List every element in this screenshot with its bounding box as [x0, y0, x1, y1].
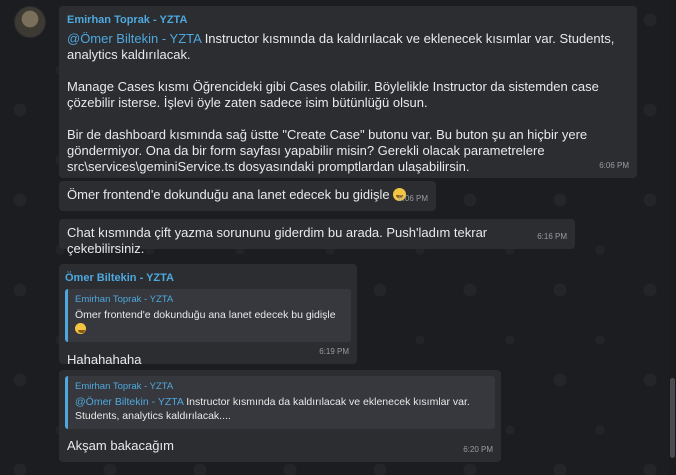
chat-scrollbar[interactable] [669, 0, 676, 475]
message-bubble-2[interactable]: Ömer frontend'e dokunduğu ana lanet edec… [59, 181, 436, 211]
message-text: Ömer frontend'e dokunduğu ana lanet edec… [67, 187, 390, 202]
reply-sender: Emirhan Toprak - YZTA [75, 381, 174, 392]
message-timestamp: 6:06 PM [599, 161, 629, 170]
message-paragraph: Manage Cases kısmı Öğrencideki gibi Case… [67, 79, 599, 110]
message-timestamp: 6:06 PM [398, 194, 428, 203]
reply-quote[interactable]: Emirhan Toprak - YZTA @Ömer Biltekin - Y… [65, 376, 495, 429]
message-paragraph: Bir de dashboard kısmında sağ üstte "Cre… [67, 127, 588, 174]
sender-name[interactable]: Ömer Biltekin - YZTA [65, 270, 351, 286]
message-bubble-3[interactable]: Chat kısmında çift yazma sorununu giderd… [59, 219, 575, 256]
mention-link[interactable]: @Ömer Biltekin - YZTA [67, 31, 201, 46]
reply-quote[interactable]: Emirhan Toprak - YZTA Ömer frontend'e do… [65, 289, 351, 342]
mention-link[interactable]: @Ömer Biltekin - YZTA [75, 396, 183, 408]
message-bubble-4[interactable]: Ömer Biltekin - YZTA Emirhan Toprak - YZ… [59, 264, 357, 367]
message-text: Chat kısmında çift yazma sorununu giderd… [67, 225, 488, 256]
message-timestamp: 6:16 PM [537, 232, 567, 241]
sender-name[interactable]: Emirhan Toprak - YZTA [67, 12, 629, 28]
reply-text: Ömer frontend'e dokunduğu ana lanet edec… [75, 309, 336, 321]
reply-sender: Emirhan Toprak - YZTA [75, 294, 174, 305]
sender-avatar[interactable] [14, 6, 46, 38]
message-text: Hahahahaha [67, 352, 142, 367]
message-text: Akşam bakacağım [67, 438, 174, 453]
joy-emoji-icon [75, 323, 86, 334]
message-bubble-5[interactable]: Emirhan Toprak - YZTA @Ömer Biltekin - Y… [59, 370, 501, 462]
message-bubble-1[interactable]: Emirhan Toprak - YZTA @Ömer Biltekin - Y… [59, 6, 637, 178]
message-timestamp: 6:19 PM [319, 347, 349, 356]
message-timestamp: 6:20 PM [463, 445, 493, 454]
scrollbar-thumb[interactable] [670, 378, 675, 458]
message-paragraph: @Ömer Biltekin - YZTA Instructor kısmınd… [67, 31, 629, 63]
